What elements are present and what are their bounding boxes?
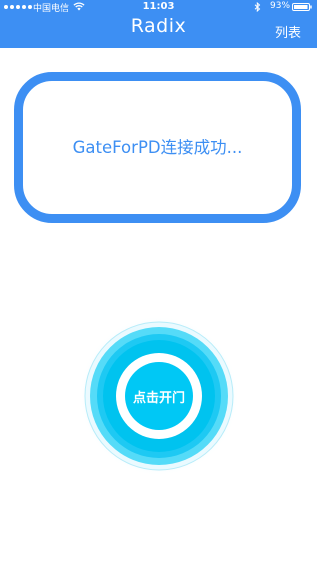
connection-status-card: GateForPD连接成功... (14, 72, 301, 223)
open-door-label: 点击开门 (132, 390, 185, 406)
connection-status-text: GateForPD连接成功... (72, 137, 243, 157)
page-title: Radix (130, 15, 187, 37)
bluetooth-icon (254, 2, 261, 12)
battery-percentage: 93% (270, 1, 291, 11)
list-button[interactable]: 列表 (275, 22, 301, 41)
open-door-button[interactable]: 点击开门 (79, 316, 239, 476)
header-bar: 中国电信 11:03 93% Radix 列表 (0, 0, 317, 48)
battery-icon (292, 3, 312, 11)
status-bar: 中国电信 11:03 93% (0, 0, 317, 14)
